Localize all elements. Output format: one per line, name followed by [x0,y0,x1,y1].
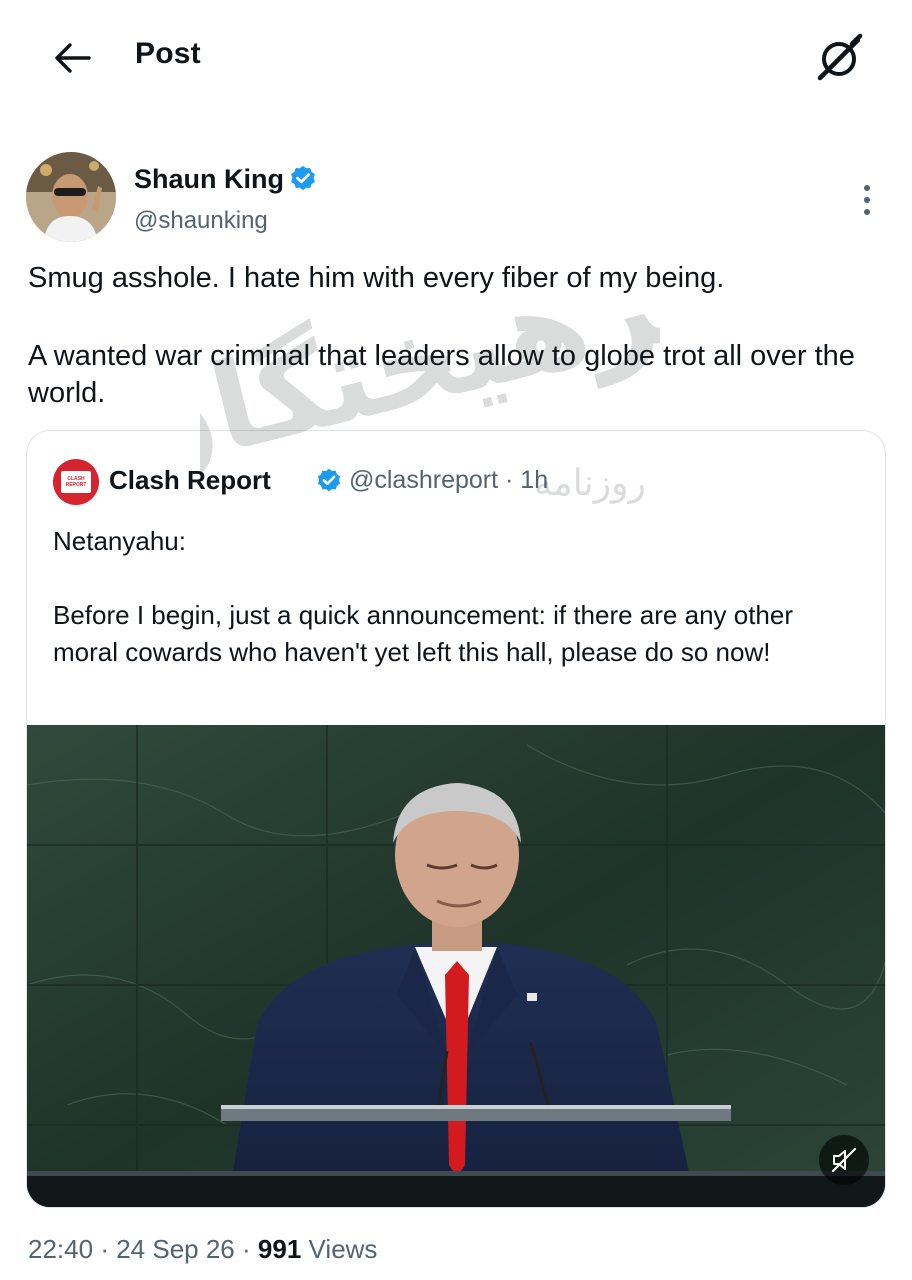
separator-dot: · [100,1234,109,1264]
top-app-bar: Post [0,0,912,120]
avatar-photo [26,152,116,242]
post-date: 24 Sep 26 [116,1234,235,1264]
views-count[interactable]: 991 [258,1234,301,1264]
author-handle[interactable]: @shaunking [134,207,268,235]
post-author: Shaun King @shaunking [26,152,886,248]
quoted-handle-text[interactable]: @clashreport [349,466,498,494]
views-label: Views [308,1234,378,1264]
back-button[interactable] [44,30,100,86]
more-options-button[interactable] [852,180,882,220]
separator-dot: · [242,1234,251,1264]
quoted-author-handle: @clashreport · 1h [349,466,548,495]
volume-muted-icon [831,1147,857,1173]
clash-report-logo: CLASH REPORT [61,471,91,493]
grok-button[interactable] [808,28,870,90]
quoted-post[interactable]: CLASH REPORT Clash Report @clashreport ·… [26,430,886,1208]
mute-toggle-button[interactable] [819,1135,869,1185]
more-vertical-icon [864,185,870,215]
verified-badge-icon [317,468,341,492]
post-text-paragraph: A wanted war criminal that leaders allow… [28,340,855,409]
quoted-post-time[interactable]: 1h [520,466,548,494]
quoted-post-header: CLASH REPORT Clash Report @clashreport ·… [53,459,853,505]
grok-slash-icon [817,33,863,81]
post-meta: 22:40 · 24 Sep 26 · 991 Views [28,1234,377,1265]
avatar[interactable] [26,152,116,242]
quoted-author-name[interactable]: Clash Report [109,465,271,496]
author-name[interactable]: Shaun King [134,164,284,195]
arrow-left-icon [55,43,91,73]
verified-badge-icon [291,165,315,191]
page-title: Post [135,37,201,70]
separator-dot: · [505,466,514,494]
post-text-paragraph: Smug asshole. I hate him with every fibe… [28,262,725,294]
quoted-text-paragraph: Before I begin, just a quick announcemen… [53,600,794,667]
clash-report-avatar[interactable]: CLASH REPORT [53,459,99,505]
logo-text-line: REPORT [65,482,87,488]
quoted-text-paragraph: Netanyahu: [53,526,186,556]
video-player[interactable] [27,725,885,1207]
post-time: 22:40 [28,1234,94,1264]
video-frame [27,725,885,1207]
